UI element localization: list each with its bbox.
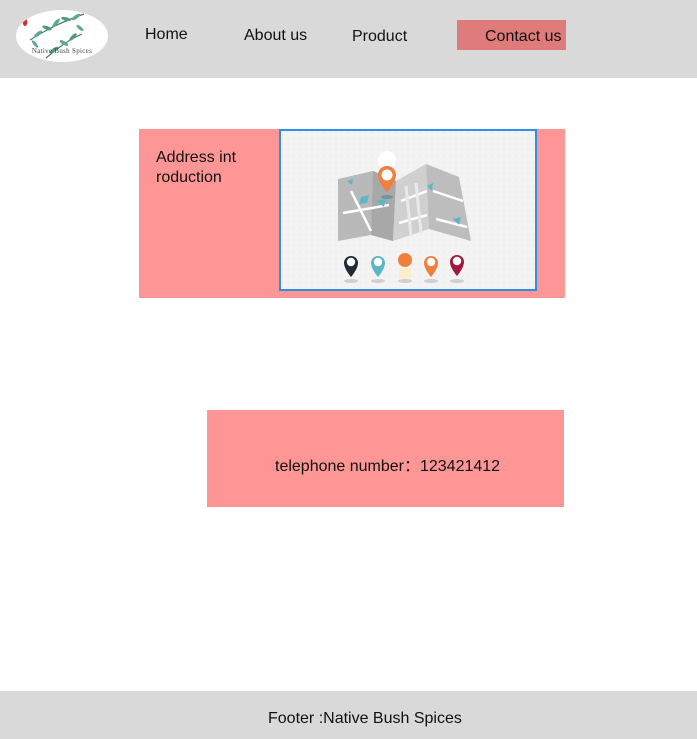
nav-product[interactable]: Product — [352, 28, 407, 46]
brand-logo[interactable]: Native Bush Spices — [16, 10, 108, 62]
footer-text: Footer :Native Bush Spices — [268, 710, 462, 727]
address-introduction: Address introduction — [156, 149, 237, 186]
header: Native Bush Spices Home About us Product… — [0, 0, 697, 78]
nav-contact-us-button[interactable]: Contact us — [457, 20, 566, 50]
map-image[interactable] — [279, 129, 537, 291]
telephone-card: telephone number：123421412 — [207, 410, 564, 507]
logo-text: Native Bush Spices — [31, 47, 93, 55]
nav-contact-us-label: Contact us — [485, 28, 562, 45]
address-card: Address introduction — [139, 129, 565, 298]
nav-about-us[interactable]: About us — [244, 27, 307, 45]
nav-home[interactable]: Home — [145, 26, 188, 44]
map-icon — [281, 131, 535, 289]
footer: Footer :Native Bush Spices — [0, 691, 697, 739]
telephone-number[interactable]: telephone number：123421412 — [275, 452, 500, 476]
